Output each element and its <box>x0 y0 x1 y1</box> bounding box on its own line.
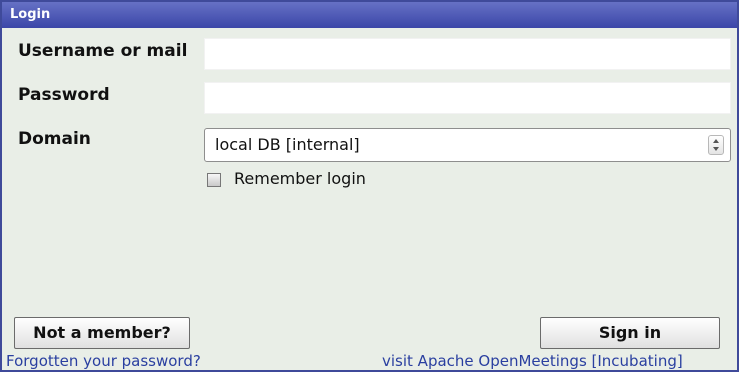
domain-label: Domain <box>18 129 91 149</box>
forgot-password-link[interactable]: Forgotten your password? <box>6 352 201 370</box>
password-label: Password <box>18 85 110 105</box>
domain-select-value: local DB [internal] <box>215 135 360 154</box>
sign-in-button[interactable]: Sign in <box>540 317 720 349</box>
domain-select[interactable]: local DB [internal] <box>204 128 731 162</box>
not-a-member-button[interactable]: Not a member? <box>14 317 190 349</box>
username-label: Username or mail <box>18 41 188 61</box>
remember-login-label: Remember login <box>234 169 366 188</box>
remember-login-checkbox[interactable] <box>207 173 221 187</box>
login-dialog: Login Username or mail Password Domain l… <box>0 0 739 372</box>
password-input[interactable] <box>204 82 731 114</box>
visit-openmeetings-link[interactable]: visit Apache OpenMeetings [Incubating] <box>382 352 683 370</box>
username-input[interactable] <box>204 38 731 70</box>
dialog-title: Login <box>2 2 737 28</box>
up-down-arrows-icon[interactable] <box>708 135 724 155</box>
